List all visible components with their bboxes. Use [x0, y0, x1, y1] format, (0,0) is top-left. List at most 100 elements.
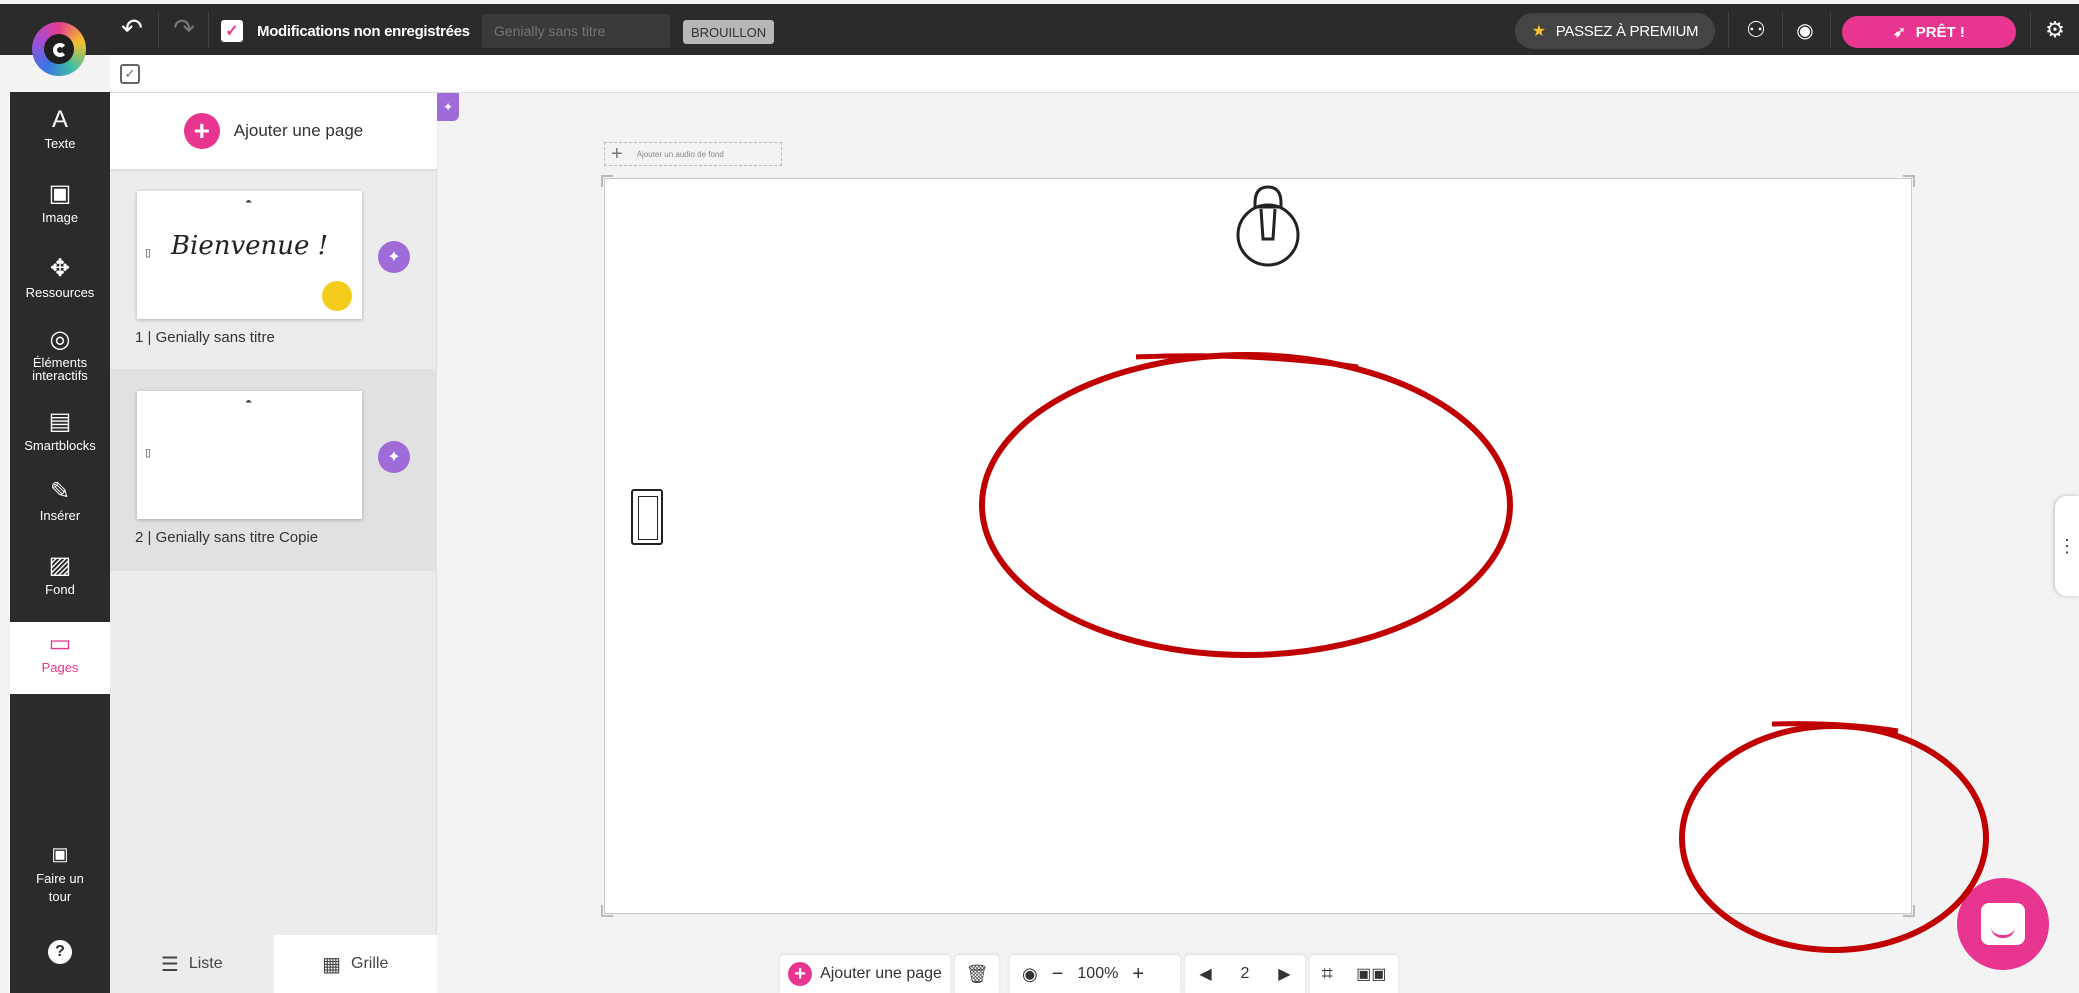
preview-icon[interactable]: ◉ [1790, 14, 1820, 46]
view-tools: ⌗ ▣▣ [1310, 955, 1398, 993]
nav-label: Ressources [25, 285, 95, 300]
nav-label: Insérer [39, 508, 81, 523]
lightbulb-icon[interactable] [1233, 181, 1303, 273]
page-caption: 2 | Genially sans titre Copie [135, 529, 319, 546]
slide-canvas[interactable] [601, 175, 1915, 917]
page-item-2[interactable]: ◓ ▯ ✦ 2 | Genially sans titre Copie [110, 369, 437, 571]
bulb-icon: ◓ [245, 195, 253, 209]
fit-screen-icon[interactable]: ⌗ [1322, 963, 1333, 986]
nav-item-pages[interactable]: ▭ Pages [10, 622, 110, 694]
plus-icon: + [611, 142, 623, 165]
smartblocks-icon: ▤ [48, 408, 72, 435]
magic-wand-icon[interactable]: ✦ [378, 441, 410, 473]
eye-icon[interactable]: ◉ [1022, 964, 1038, 985]
fullscreen-icon[interactable]: ▣▣ [1356, 964, 1386, 984]
image-icon: ▣ [48, 180, 72, 207]
tab-liste[interactable]: ☰ Liste [110, 935, 274, 993]
tour-label: Faire un tour [36, 871, 84, 904]
corner-handle[interactable] [601, 905, 613, 917]
bottom-add-page-button[interactable]: + Ajouter une page [780, 955, 950, 993]
corner-handle[interactable] [1903, 905, 1915, 917]
insert-icon: ✎ [49, 478, 71, 505]
nav-item-elements-interactifs[interactable]: ◎ Éléments interactifs [10, 326, 110, 400]
nav-label: Smartblocks [24, 438, 96, 453]
nav-label: Éléments interactifs [32, 355, 88, 383]
chat-icon [1981, 903, 2025, 945]
audio-label: Ajouter un audio de fond [636, 149, 724, 159]
trash-icon: 🗑 [965, 963, 989, 984]
page-thumbnail[interactable]: ◓ ▯ [137, 391, 362, 519]
next-page-icon[interactable]: ▶ [1278, 964, 1290, 984]
ready-label: PRÊT ! [1915, 23, 1965, 41]
tasks-icon[interactable]: ✓ [120, 64, 140, 84]
left-nav: A Texte ▣ Image ✥ Ressources ◎ Éléments … [10, 92, 110, 993]
nav-item-inserer[interactable]: ✎ Insérer [10, 478, 110, 538]
interactive-icon: ◎ [49, 326, 71, 353]
divider [158, 12, 159, 48]
nav-item-smartblocks[interactable]: ▤ Smartblocks [10, 408, 110, 468]
grid-icon: ▦ [322, 953, 342, 976]
plus-icon: + [788, 962, 813, 986]
nav-label: Image [41, 210, 79, 225]
help-button[interactable]: ? [10, 940, 110, 976]
help-icon: ? [48, 940, 72, 964]
resources-icon: ✥ [49, 255, 71, 282]
nav-item-texte[interactable]: A Texte [10, 106, 110, 166]
page-item-1[interactable]: ◓ ▯ Bienvenue ! ✦ 1 | Genially sans titr… [110, 169, 437, 371]
corner-handle[interactable] [601, 175, 613, 187]
page-thumbnail[interactable]: ◓ ▯ Bienvenue ! [137, 191, 362, 319]
add-audio-button[interactable]: + Ajouter un audio de fond [604, 142, 782, 166]
top-bar: ↶ ↷ ✓ Modifications non enregistrées BRO… [0, 0, 2079, 55]
tab-grille[interactable]: ▦ Grille [273, 935, 437, 993]
undo-icon[interactable]: ↶ [118, 12, 146, 44]
genially-logo[interactable] [32, 22, 86, 76]
delete-page-button[interactable]: 🗑 [955, 955, 999, 993]
tab-label: Grille [351, 955, 389, 972]
sub-toolbar: ✓ [110, 55, 2079, 93]
corner-handle[interactable] [1903, 175, 1915, 187]
nav-item-ressources[interactable]: ✥ Ressources [10, 255, 110, 315]
briefcase-icon: ▣ [51, 844, 69, 864]
divider [208, 12, 209, 48]
page-caption: 1 | Genially sans titre [135, 329, 275, 346]
settings-gear-icon[interactable]: ⚙ [2038, 14, 2072, 46]
tab-label: Liste [188, 955, 223, 972]
zoom-controls: ◉ − 100% + [1010, 955, 1180, 993]
chat-button[interactable] [1957, 878, 2049, 970]
side-panel-handle[interactable]: ⋮ [2055, 496, 2079, 596]
thumbnail-title: Bienvenue ! [170, 231, 329, 261]
view-switcher: ☰ Liste ▦ Grille [110, 935, 437, 993]
divider [2030, 12, 2031, 48]
add-page-label: Ajouter une page [233, 121, 364, 140]
marker: ▯ [145, 447, 152, 459]
magnifier-icon [322, 281, 352, 311]
title-input[interactable] [482, 14, 670, 48]
pages-icon: ▭ [48, 630, 72, 657]
nav-item-fond[interactable]: ▨ Fond [10, 552, 110, 612]
nav-label: Fond [45, 582, 75, 597]
draft-badge: BROUILLON [683, 20, 775, 44]
magic-wand-icon[interactable]: ✦ [378, 241, 410, 273]
divider [1728, 12, 1729, 48]
add-page-label: Ajouter une page [820, 965, 942, 982]
prev-page-icon[interactable]: ◀ [1199, 964, 1211, 984]
text-icon: A [51, 106, 68, 133]
premium-button[interactable]: ★ PASSEZ À PREMIUM [1515, 13, 1715, 49]
redo-icon[interactable]: ↷ [170, 12, 198, 44]
page-navigator: ◀ 2 ▶ [1185, 955, 1305, 993]
add-page-button[interactable]: + Ajouter une page [110, 93, 437, 169]
nav-item-image[interactable]: ▣ Image [10, 180, 110, 240]
pin-icon[interactable]: ✦ [437, 93, 459, 121]
add-collaborator-icon[interactable]: ⚇ [1742, 14, 1770, 46]
background-icon: ▨ [48, 552, 72, 579]
divider [1782, 12, 1783, 48]
zoom-in-button[interactable]: + [1132, 963, 1144, 986]
checkbox-icon: ✓ [221, 20, 243, 42]
save-status: Modifications non enregistrées [257, 23, 470, 40]
zoom-out-button[interactable]: − [1052, 963, 1064, 986]
tour-button[interactable]: ▣ Faire un tour [10, 840, 110, 910]
list-icon: ☰ [160, 953, 179, 976]
star-icon: ★ [1531, 23, 1546, 40]
ready-button[interactable]: ➶ PRÊT ! [1842, 16, 2016, 48]
switch-icon[interactable] [631, 489, 663, 545]
